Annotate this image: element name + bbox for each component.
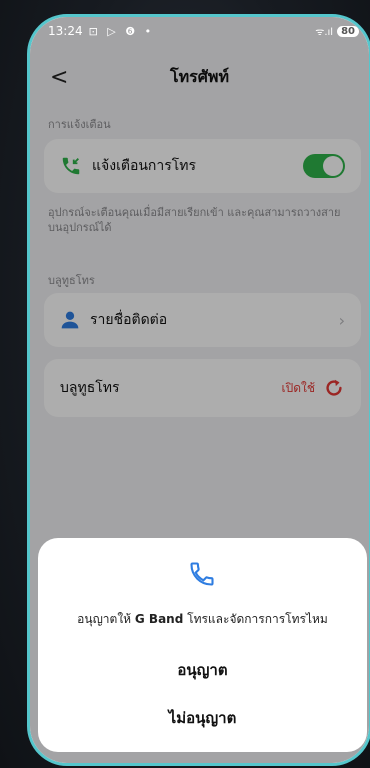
dialog-app-name: G Band (134, 612, 184, 626)
status-bar: 13:24 ⊡ ▷ ❻ • ᯤ.ıl 80 (30, 17, 369, 45)
status-notification-icons: ⊡ ▷ ❻ • (88, 24, 155, 38)
signal-icon: ᯤ.ıl (315, 27, 334, 38)
dialog-message-post: โทรและจัดการการโทรไหม (183, 612, 328, 626)
deny-button[interactable]: ไม่อนุญาต (38, 706, 367, 730)
permission-dialog: อนุญาตให้ G Band โทรและจัดการการโทรไหม อ… (38, 538, 367, 752)
phone-frame: < โทรศัพท์ การแจ้งเตือน แจ้งเตือนการโทร … (27, 14, 370, 766)
battery-icon: 80 (337, 25, 359, 37)
allow-button[interactable]: อนุญาต (38, 658, 367, 682)
phone-icon (188, 560, 216, 592)
status-time: 13:24 (48, 24, 83, 38)
dialog-message: อนุญาตให้ G Band โทรและจัดการการโทรไหม (38, 610, 367, 629)
status-right: ᯤ.ıl 80 (315, 24, 359, 38)
screen: < โทรศัพท์ การแจ้งเตือน แจ้งเตือนการโทร … (30, 17, 369, 763)
dialog-message-pre: อนุญาตให้ (77, 612, 135, 626)
